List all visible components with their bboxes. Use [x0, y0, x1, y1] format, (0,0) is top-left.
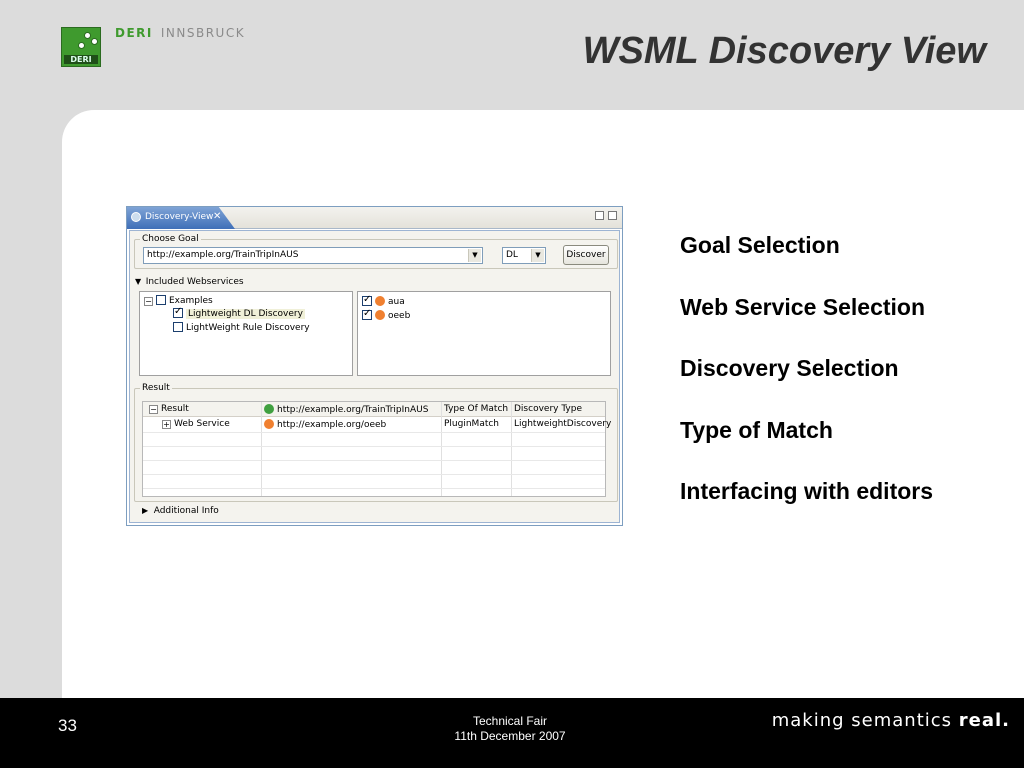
webservice-icon [264, 419, 274, 429]
brand-secondary: INNSBRUCK [160, 26, 246, 40]
divider [143, 432, 605, 433]
discovery-tree: − Examples Lightweight DL Discovery Light… [139, 291, 353, 376]
additional-info-toggle[interactable]: ▶ Additional Info [142, 506, 219, 516]
checkbox[interactable] [362, 308, 372, 320]
page-number: 33 [58, 716, 77, 735]
included-webservices-toggle[interactable]: ▼ Included Webservices [135, 277, 244, 287]
list-item: Interfacing with editors [680, 478, 934, 504]
discovery-view: Discovery-View ✕ Choose Goal http://exam… [126, 206, 623, 526]
window-controls [595, 211, 617, 220]
collapse-icon[interactable]: − [144, 297, 153, 306]
list-item[interactable]: oeeb [362, 308, 411, 321]
table-cell-discovery: LightweightDiscovery [514, 419, 612, 429]
tree-item-lightweight-dl[interactable]: Lightweight DL Discovery [173, 306, 305, 319]
checkbox[interactable] [362, 294, 372, 306]
choose-goal-label: Choose Goal [140, 234, 201, 244]
list-item-label: aua [388, 297, 405, 307]
tree-item-lightweight-rule[interactable]: LightWeight Rule Discovery [173, 322, 310, 333]
webservice-icon [375, 310, 385, 320]
divider [143, 488, 605, 489]
event-name: Technical Fair [472, 714, 548, 728]
tree-item-label: Examples [169, 296, 213, 306]
column-header-result[interactable]: − Result [146, 404, 189, 414]
checkbox[interactable] [156, 295, 166, 305]
included-webservices-label: Included Webservices [145, 277, 244, 287]
view-body: Choose Goal http://example.org/TrainTrip… [129, 230, 620, 523]
result-group: Result − Result http://example.org/TrainT… [134, 383, 618, 502]
footer-event-info: Technical Fair 11th December 2007 [410, 714, 610, 744]
brand-name: DERI INNSBRUCK [115, 26, 245, 40]
discovery-icon [131, 212, 141, 222]
table-cell-name: + Web Service [162, 419, 230, 429]
goal-select[interactable]: http://example.org/TrainTripInAUS ▼ [143, 247, 483, 264]
list-item-label: oeeb [388, 311, 411, 321]
feature-list: Goal Selection Web Service Selection Dis… [680, 232, 933, 540]
logo-label: DERI [64, 55, 98, 64]
tree-item-examples[interactable]: − Examples [144, 295, 213, 306]
checkbox[interactable] [173, 322, 183, 332]
discover-button[interactable]: Discover [563, 245, 609, 265]
discovery-type-value: DL [506, 250, 518, 260]
slide-title: WSML Discovery View [582, 30, 986, 72]
divider [143, 474, 605, 475]
column-header-discovery-type[interactable]: Discovery Type [511, 404, 582, 414]
checkbox[interactable] [173, 306, 183, 318]
divider [143, 446, 605, 447]
tab-discovery-view[interactable]: Discovery-View ✕ [127, 207, 235, 229]
discovery-type-select[interactable]: DL ▼ [502, 247, 546, 264]
column-header-type-of-match[interactable]: Type Of Match [441, 404, 508, 414]
divider [441, 402, 442, 496]
result-table: − Result http://example.org/TrainTripInAU… [142, 401, 611, 497]
logo-dot [84, 32, 91, 39]
tagline-emphasis: real. [958, 710, 1010, 731]
tagline-prefix: making semantics [771, 710, 959, 731]
list-item: Goal Selection [680, 232, 840, 258]
logo-dot [91, 38, 98, 45]
chevron-down-icon[interactable]: ▼ [531, 249, 544, 262]
column-header-goal[interactable]: http://example.org/TrainTripInAUS [261, 404, 428, 415]
collapse-icon[interactable]: − [149, 405, 158, 414]
table-header: − Result http://example.org/TrainTripInAU… [143, 402, 605, 417]
deri-logo: DERI [61, 27, 101, 67]
close-icon[interactable]: ✕ [213, 211, 221, 222]
table-cell-match: PluginMatch [444, 419, 500, 429]
event-date: 11th December 2007 [454, 729, 566, 743]
tab-label: Discovery-View [145, 212, 214, 222]
logo-dot [78, 42, 85, 49]
chevron-right-icon[interactable]: ▶ [142, 506, 148, 515]
tagline: making semantics real. [772, 710, 1010, 731]
webservice-list: aua oeeb [357, 291, 611, 376]
list-item: Discovery Selection [680, 355, 899, 381]
divider [143, 460, 605, 461]
minimize-icon[interactable] [595, 211, 604, 220]
view-tab-bar: Discovery-View ✕ [127, 207, 622, 229]
expand-icon[interactable]: + [162, 420, 171, 429]
tree-item-label: Lightweight DL Discovery [186, 309, 305, 319]
divider [511, 402, 512, 496]
additional-info-label: Additional Info [153, 506, 219, 516]
list-item[interactable]: aua [362, 294, 405, 307]
result-group-label: Result [140, 383, 172, 393]
brand-primary: DERI [115, 26, 153, 40]
divider [261, 402, 262, 496]
tree-item-label: LightWeight Rule Discovery [186, 323, 310, 333]
goal-select-value: http://example.org/TrainTripInAUS [147, 250, 299, 260]
webservice-icon [375, 296, 385, 306]
chevron-down-icon[interactable]: ▼ [135, 277, 141, 286]
choose-goal-group: Choose Goal http://example.org/TrainTrip… [134, 234, 618, 269]
list-item: Web Service Selection [680, 293, 926, 320]
footer: 33 Technical Fair 11th December 2007 mak… [0, 698, 1024, 768]
chevron-down-icon[interactable]: ▼ [468, 249, 481, 262]
maximize-icon[interactable] [608, 211, 617, 220]
list-item: Type of Match [680, 416, 833, 443]
table-cell-uri: http://example.org/oeeb [261, 419, 386, 430]
goal-icon [264, 404, 274, 414]
